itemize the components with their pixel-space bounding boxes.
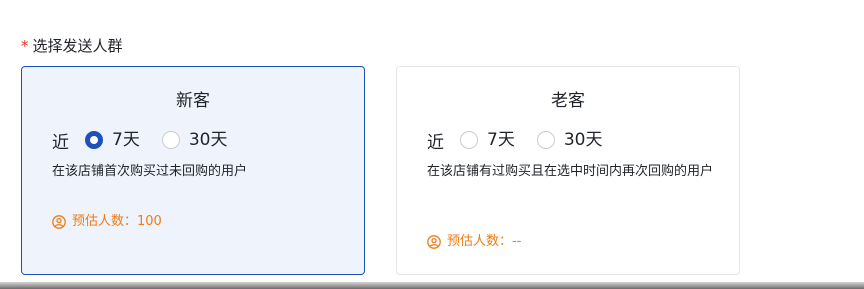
radio-button[interactable]	[460, 131, 478, 149]
period-label: 近	[427, 132, 444, 153]
card-title: 新客	[176, 91, 210, 111]
estimate-count: 预估人数： 100	[52, 213, 162, 231]
radio-label: 7天	[487, 130, 515, 150]
user-circle-icon	[427, 235, 441, 249]
radio-option-7-days[interactable]: 7天	[460, 128, 515, 152]
radio-label: 7天	[112, 130, 140, 150]
radio-label: 30天	[563, 130, 603, 150]
radio-button-checked[interactable]	[85, 131, 103, 149]
radio-option-30-days[interactable]: 30天	[536, 128, 603, 152]
card-title: 老客	[551, 91, 585, 111]
radio-button[interactable]	[161, 131, 180, 149]
period-label: 近	[52, 132, 69, 153]
card-description: 在该店铺首次购买过未回购的用户	[52, 164, 248, 179]
estimate-label: 预估人数：	[72, 214, 138, 229]
required-mark: *	[21, 37, 29, 55]
audience-card-returning[interactable]: 老客 近 7天 30天 在该店铺有过购买且在选中时间内再次回购的用户 预估人数：…	[396, 66, 740, 275]
section-label-text: 选择发送人群	[32, 37, 123, 55]
estimate-value: --	[512, 234, 522, 249]
user-circle-icon	[52, 215, 66, 229]
period-selector: 近 7天 30天	[427, 128, 624, 153]
estimate-count: 预估人数： --	[427, 233, 521, 251]
card-description: 在该店铺有过购买且在选中时间内再次回购的用户	[427, 164, 714, 179]
radio-option-7-days[interactable]: 7天	[85, 128, 140, 152]
audience-card-new[interactable]: 新客 近 7天 30天 在该店铺首次购买过未回购的用户 预估人数： 100	[21, 66, 365, 275]
radio-button[interactable]	[536, 131, 555, 149]
radio-option-30-days[interactable]: 30天	[161, 128, 228, 152]
bottom-edge-shadow	[0, 282, 864, 289]
section-label: * 选择发送人群	[21, 36, 123, 56]
period-selector: 近 7天 30天	[52, 128, 249, 153]
estimate-label: 预估人数：	[447, 234, 513, 249]
radio-label: 30天	[188, 130, 228, 150]
estimate-value: 100	[137, 214, 162, 229]
